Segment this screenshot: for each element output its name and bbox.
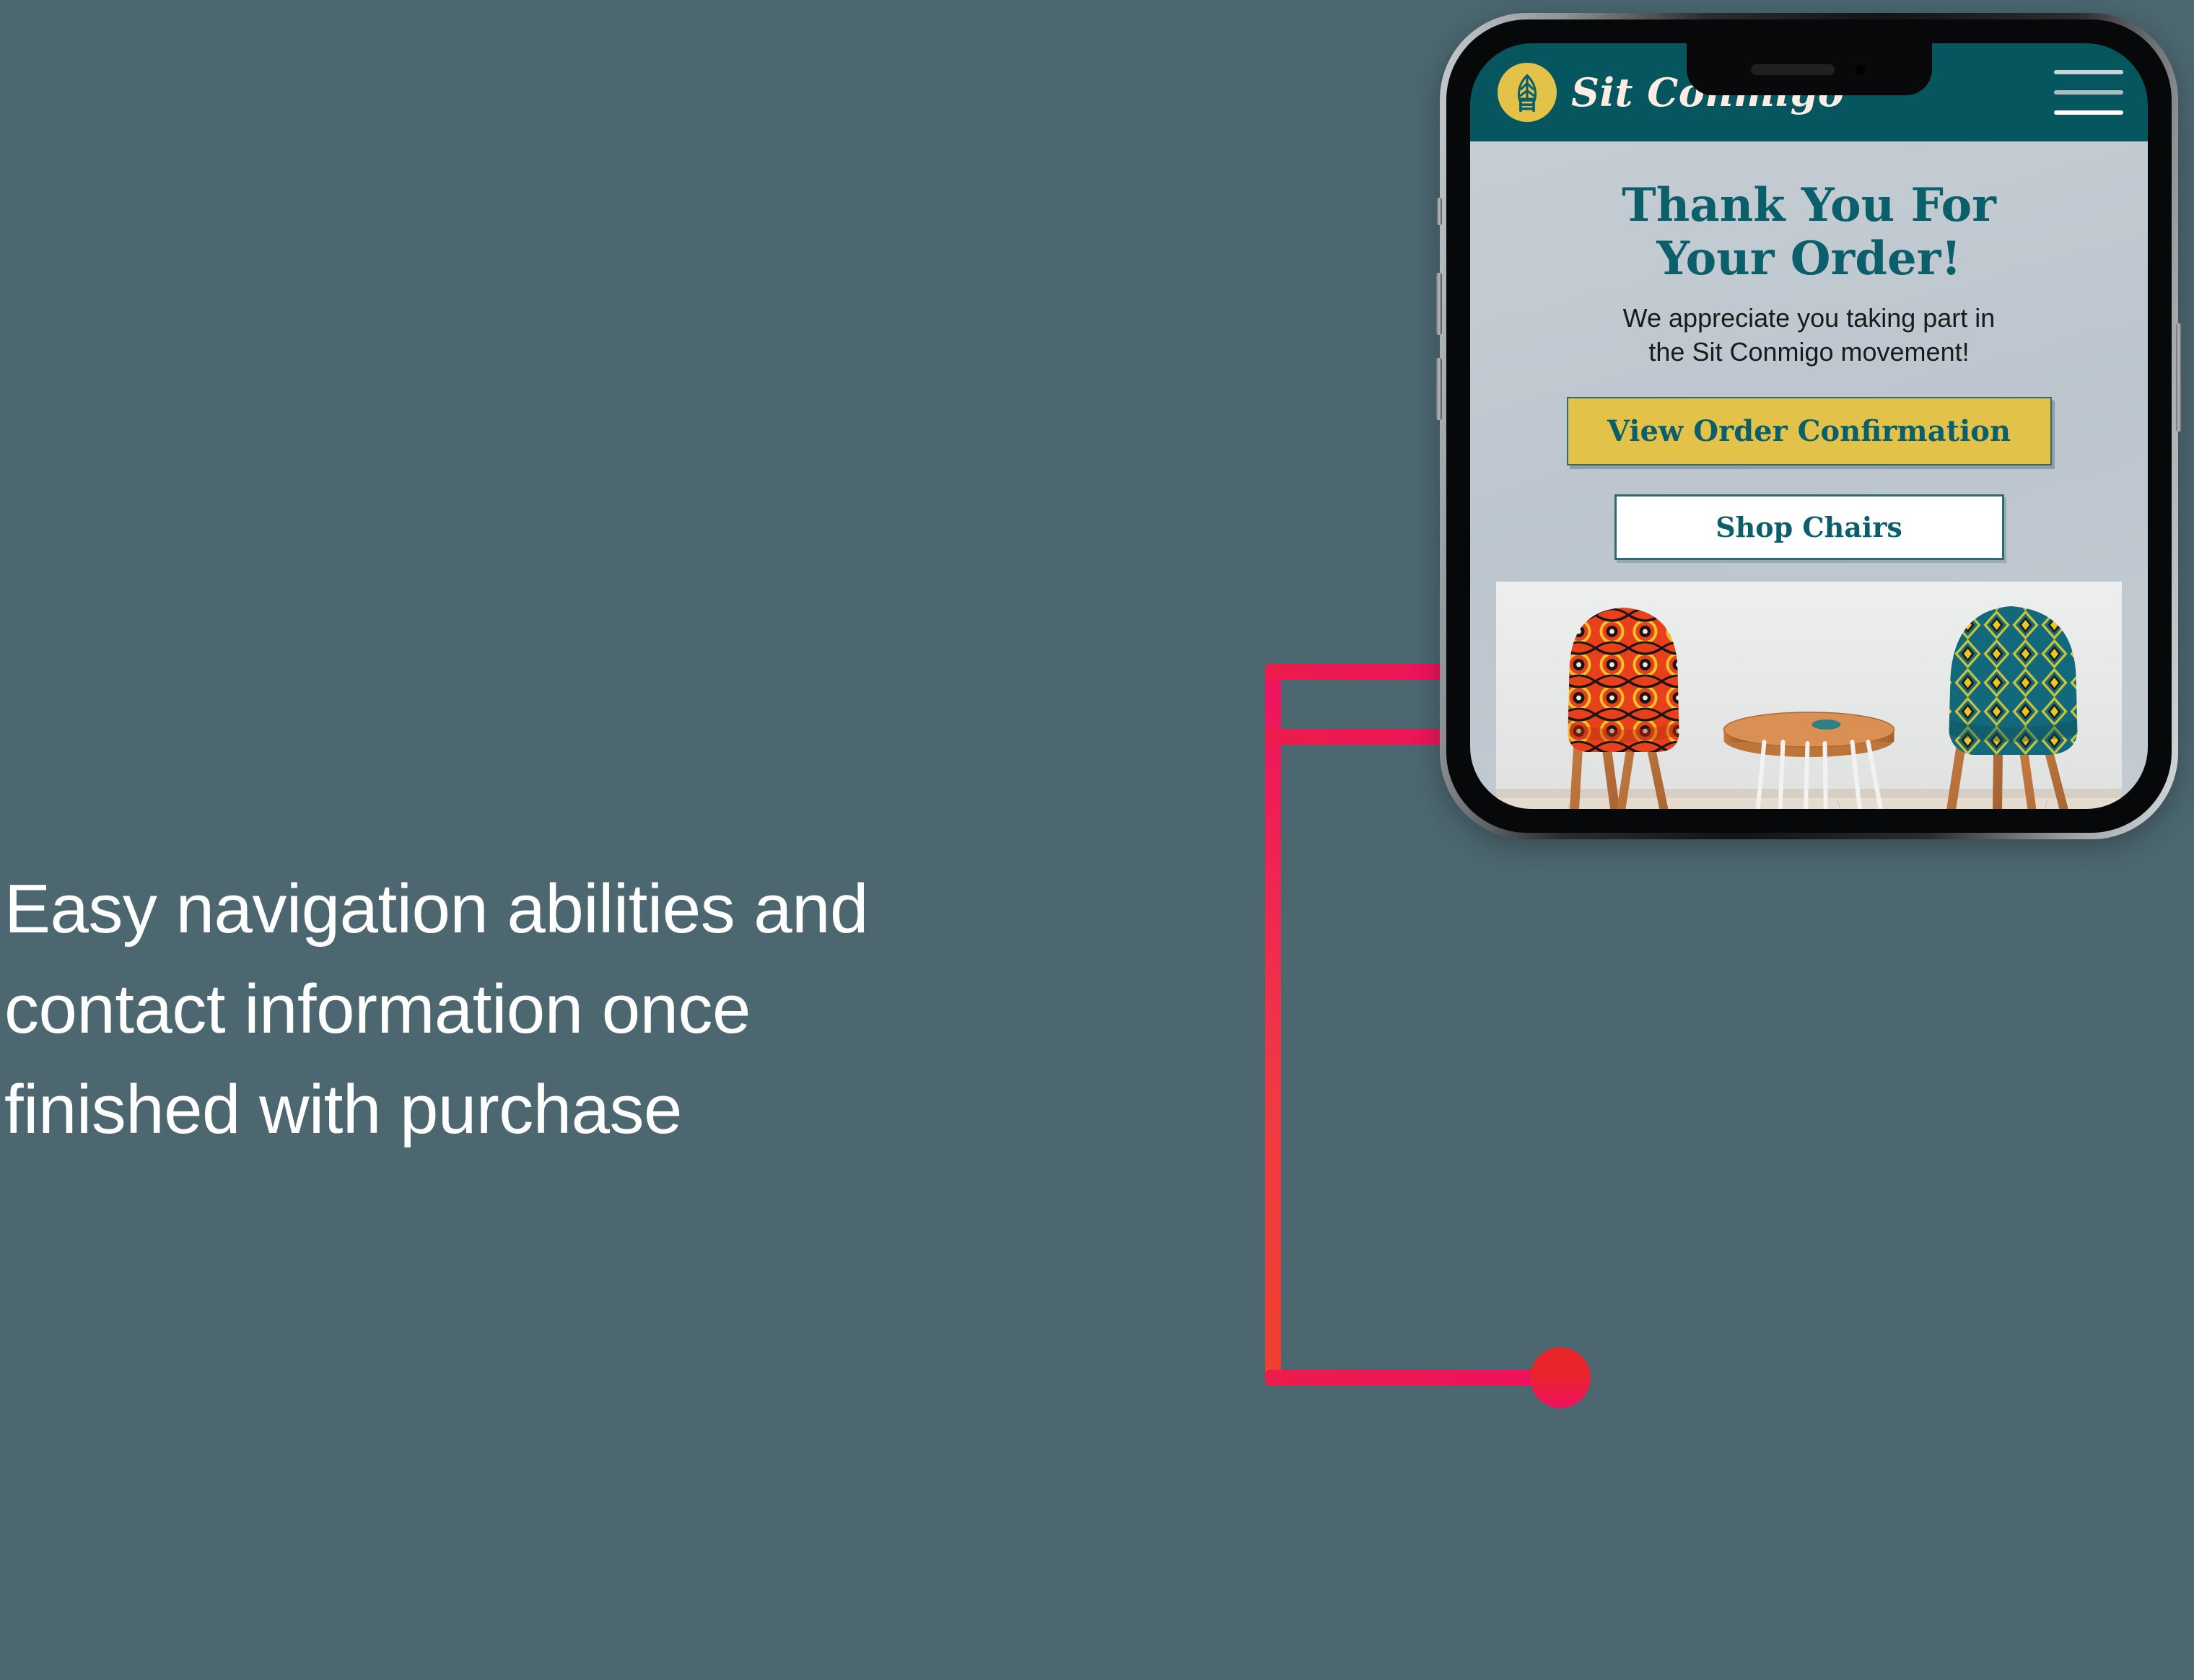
page-title-line2: Your Order! xyxy=(1656,232,1962,286)
phone-volume-up-button[interactable] xyxy=(1436,273,1442,335)
page-title: Thank You For Your Order! xyxy=(1496,178,2122,286)
hero-subtext-line1: We appreciate you taking part in xyxy=(1622,303,1996,333)
hero-section: Thank You For Your Order! We appreciate … xyxy=(1470,141,2148,809)
page-title-line1: Thank You For xyxy=(1622,178,1996,232)
connector-branch-contact-us xyxy=(1265,1370,1570,1386)
connector-dot-contact-us xyxy=(1530,1347,1591,1408)
phone-volume-down-button[interactable] xyxy=(1436,358,1442,420)
phone-notch xyxy=(1686,43,1932,95)
chairs-photo: Cancel Order Returns xyxy=(1496,582,2122,809)
view-order-confirmation-button[interactable]: View Order Confirmation xyxy=(1566,397,2052,466)
hero-subtext: We appreciate you taking part in the Sit… xyxy=(1496,302,2122,369)
hero-subtext-line2: the Sit Conmigo movement! xyxy=(1648,337,1970,367)
phone-body: Sit Conmigo Thank You For Your Order! We… xyxy=(1446,19,2172,833)
phone-mute-switch-button[interactable] xyxy=(1437,198,1442,225)
phone-frame: Sit Conmigo Thank You For Your Order! We… xyxy=(1436,13,2182,839)
leaf-chair-logo-icon xyxy=(1498,63,1557,122)
annotation-caption: Easy navigation abilities and contact in… xyxy=(4,870,868,1149)
earpiece-speaker-icon xyxy=(1751,64,1835,75)
phone-screen: Sit Conmigo Thank You For Your Order! We… xyxy=(1470,43,2148,809)
front-camera-icon xyxy=(1853,62,1867,76)
cta-group: View Order Confirmation Shop Chairs xyxy=(1496,397,2122,561)
phone-mockup: Sit Conmigo Thank You For Your Order! We… xyxy=(1436,13,2182,839)
phone-power-button[interactable] xyxy=(2176,323,2182,432)
shop-chairs-button[interactable]: Shop Chairs xyxy=(1614,494,2004,561)
hamburger-menu-icon[interactable] xyxy=(2054,64,2123,121)
